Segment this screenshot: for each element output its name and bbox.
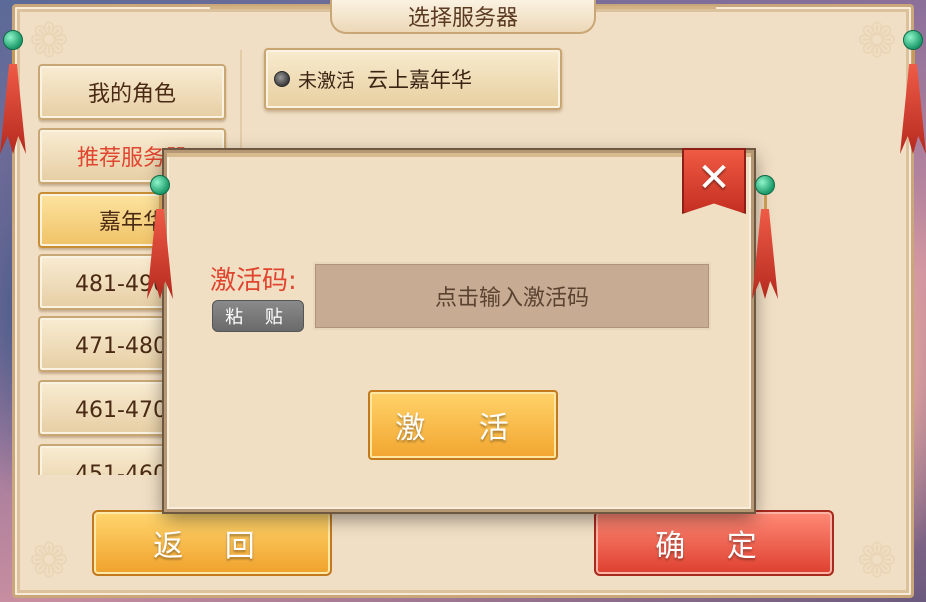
back-button[interactable]: 返 回 xyxy=(92,510,332,576)
title-ornament-left xyxy=(210,6,330,16)
tassel-icon xyxy=(0,30,26,154)
panel-title: 选择服务器 xyxy=(407,6,518,31)
dialog-top-border xyxy=(167,153,751,157)
server-list-item[interactable]: 未激活 云上嘉年华 xyxy=(264,48,562,110)
activation-code-placeholder: 点击输入激活码 xyxy=(434,286,589,311)
sidebar-item-label: 我的角色 xyxy=(87,82,176,107)
back-button-label: 返 回 xyxy=(153,529,271,564)
activation-code-label: 激活码: xyxy=(210,266,297,296)
title-ornament-right xyxy=(596,6,716,16)
server-name: 云上嘉年华 xyxy=(367,68,473,92)
activate-button[interactable]: 激 活 xyxy=(368,390,558,460)
corner-ornament-icon: ❁ xyxy=(28,533,70,589)
server-status: 未激活 xyxy=(298,69,356,92)
tassel-icon xyxy=(147,175,173,299)
corner-ornament-icon: ❁ xyxy=(856,533,898,589)
sidebar-item-my-roles[interactable]: 我的角色 xyxy=(38,64,226,120)
tassel-icon xyxy=(752,175,778,299)
confirm-button[interactable]: 确 定 xyxy=(594,510,834,576)
title-banner: 选择服务器 xyxy=(330,0,596,34)
activation-code-input[interactable]: 点击输入激活码 xyxy=(313,262,711,330)
tassel-icon xyxy=(900,30,926,154)
radio-icon xyxy=(274,71,290,87)
paste-button-label: 粘 贴 xyxy=(225,307,291,328)
close-icon: ✕ xyxy=(697,155,731,201)
corner-ornament-icon: ❁ xyxy=(856,13,898,69)
paste-button[interactable]: 粘 贴 xyxy=(212,300,304,332)
activate-button-label: 激 活 xyxy=(395,411,531,446)
confirm-button-label: 确 定 xyxy=(655,529,773,564)
